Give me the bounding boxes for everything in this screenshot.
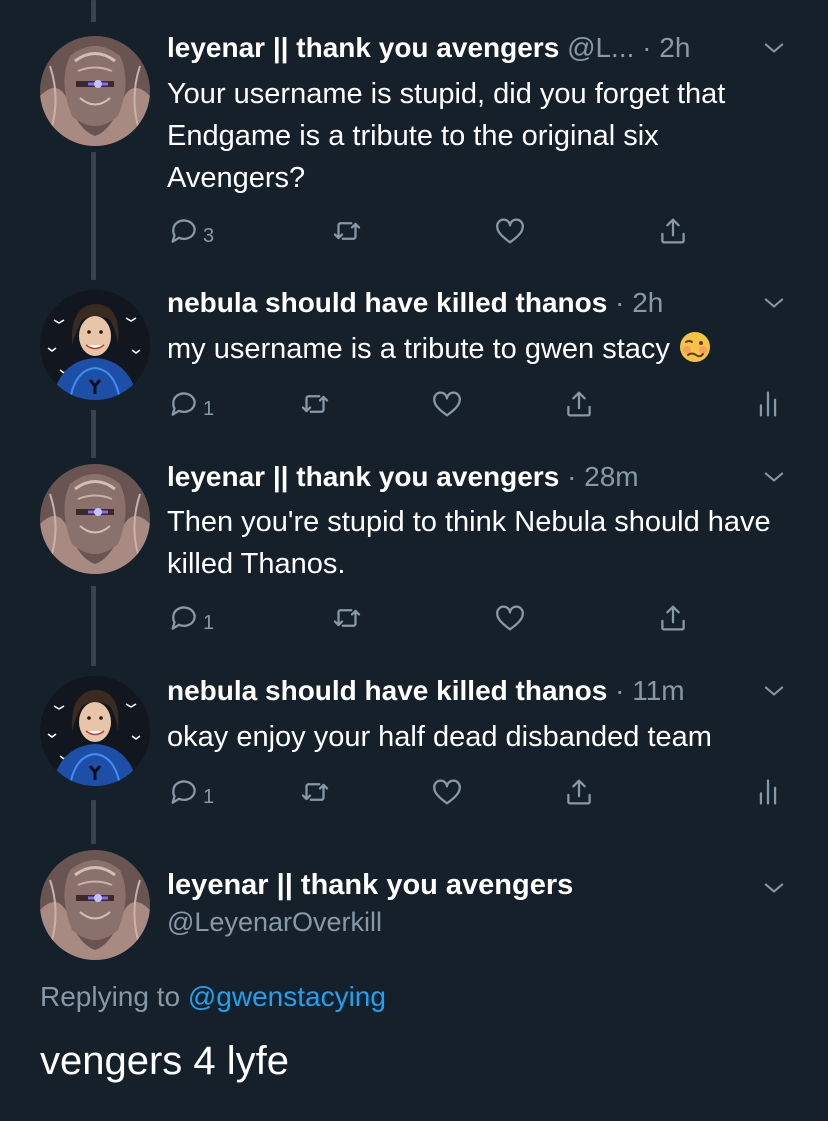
thread-line [91, 410, 96, 458]
tweet-header: leyenar || thank you avengers @L... · 2h [167, 30, 788, 66]
reply-icon [167, 387, 201, 421]
tweet-meta: · 2h [615, 287, 664, 318]
like-button[interactable] [493, 211, 527, 251]
share-icon [562, 775, 596, 809]
retweet-icon [330, 601, 364, 635]
analytics-button[interactable] [751, 772, 785, 812]
display-name[interactable]: leyenar || thank you avengers [167, 32, 559, 63]
share-icon [562, 387, 596, 421]
retweet-icon [298, 775, 332, 809]
spider-gwen-avatar [40, 290, 150, 400]
share-button[interactable] [562, 772, 596, 812]
share-button[interactable] [656, 211, 690, 251]
display-name[interactable]: nebula should have killed thanos [167, 287, 607, 318]
tweet-text: okay enjoy your half dead disbanded team [167, 721, 712, 753]
reply-count: 1 [203, 785, 215, 808]
retweet-button[interactable] [298, 384, 332, 424]
tweet-text: Your username is stupid, did you forget … [167, 78, 726, 194]
tweet-actions: 1 [167, 598, 788, 638]
share-icon [656, 214, 690, 248]
share-icon [656, 601, 690, 635]
tweet-actions: 3 [167, 211, 788, 251]
like-icon [493, 601, 527, 635]
tweet-text: Then you're stupid to think Nebula shoul… [167, 506, 771, 580]
reply-count: 1 [203, 397, 215, 420]
like-icon [430, 387, 464, 421]
chevron-down-icon[interactable] [760, 870, 788, 906]
reply-button[interactable]: 1 [167, 384, 214, 424]
tweet-header: nebula should have killed thanos · 2h [167, 285, 788, 321]
thanos-art-avatar [40, 36, 150, 146]
tweet-meta: · 28m [567, 461, 639, 492]
chevron-down-icon[interactable] [760, 30, 788, 66]
display-name[interactable]: leyenar || thank you avengers [167, 461, 559, 492]
main-tweet-text: vengers 4 lyfe [40, 1039, 290, 1083]
tweet-text-content: my username is a tribute to gwen stacy [167, 333, 670, 365]
woozy-face-emoji [678, 330, 712, 364]
chevron-down-icon[interactable] [760, 459, 788, 495]
retweet-button[interactable] [330, 598, 364, 638]
avatar[interactable] [40, 36, 150, 146]
avatar[interactable] [40, 850, 150, 960]
analytics-icon [751, 387, 785, 421]
retweet-button[interactable] [330, 211, 364, 251]
tweet-text: my username is a tribute to gwen stacy [167, 328, 788, 370]
avatar[interactable] [40, 464, 150, 574]
main-handle[interactable]: @LeyenarOverkill [167, 904, 382, 940]
tweet-header: leyenar || thank you avengers · 28m [167, 459, 788, 495]
thanos-art-avatar [40, 850, 150, 960]
chevron-down-icon[interactable] [760, 285, 788, 321]
like-button[interactable] [430, 384, 464, 424]
retweet-icon [298, 387, 332, 421]
reply-icon [167, 601, 201, 635]
avatar[interactable] [40, 290, 150, 400]
main-display-name[interactable]: leyenar || thank you avengers [167, 866, 573, 904]
thanos-art-avatar [40, 464, 150, 574]
like-button[interactable] [430, 772, 464, 812]
thread-line [91, 152, 96, 280]
spider-gwen-avatar [40, 676, 150, 786]
reply-button[interactable]: 1 [167, 598, 214, 638]
tweet-actions: 1 [167, 772, 788, 812]
share-button[interactable] [562, 384, 596, 424]
reply-icon [167, 214, 201, 248]
reply-icon [167, 775, 201, 809]
reply-count: 1 [203, 611, 215, 634]
analytics-button[interactable] [751, 384, 785, 424]
reply-button[interactable]: 1 [167, 772, 214, 812]
tweet-header: nebula should have killed thanos · 11m [167, 673, 788, 709]
tweet-meta: · 11m [615, 675, 685, 706]
like-icon [493, 214, 527, 248]
reply-count: 3 [203, 224, 215, 247]
thread-line [91, 586, 96, 666]
retweet-icon [330, 214, 364, 248]
reply-button[interactable]: 3 [167, 211, 214, 251]
like-button[interactable] [493, 598, 527, 638]
like-icon [430, 775, 464, 809]
display-name[interactable]: nebula should have killed thanos [167, 675, 607, 706]
tweet-meta: @L... · 2h [567, 32, 691, 63]
replying-prefix: Replying to [40, 981, 181, 1012]
tweet-actions: 1 [167, 384, 788, 424]
thread-line [91, 0, 96, 22]
analytics-icon [751, 775, 785, 809]
thread-line [91, 800, 96, 844]
retweet-button[interactable] [298, 772, 332, 812]
replying-to: Replying to @gwenstacying [40, 978, 386, 1016]
avatar[interactable] [40, 676, 150, 786]
share-button[interactable] [656, 598, 690, 638]
chevron-down-icon[interactable] [760, 673, 788, 709]
replying-to-link[interactable]: @gwenstacying [188, 981, 386, 1012]
